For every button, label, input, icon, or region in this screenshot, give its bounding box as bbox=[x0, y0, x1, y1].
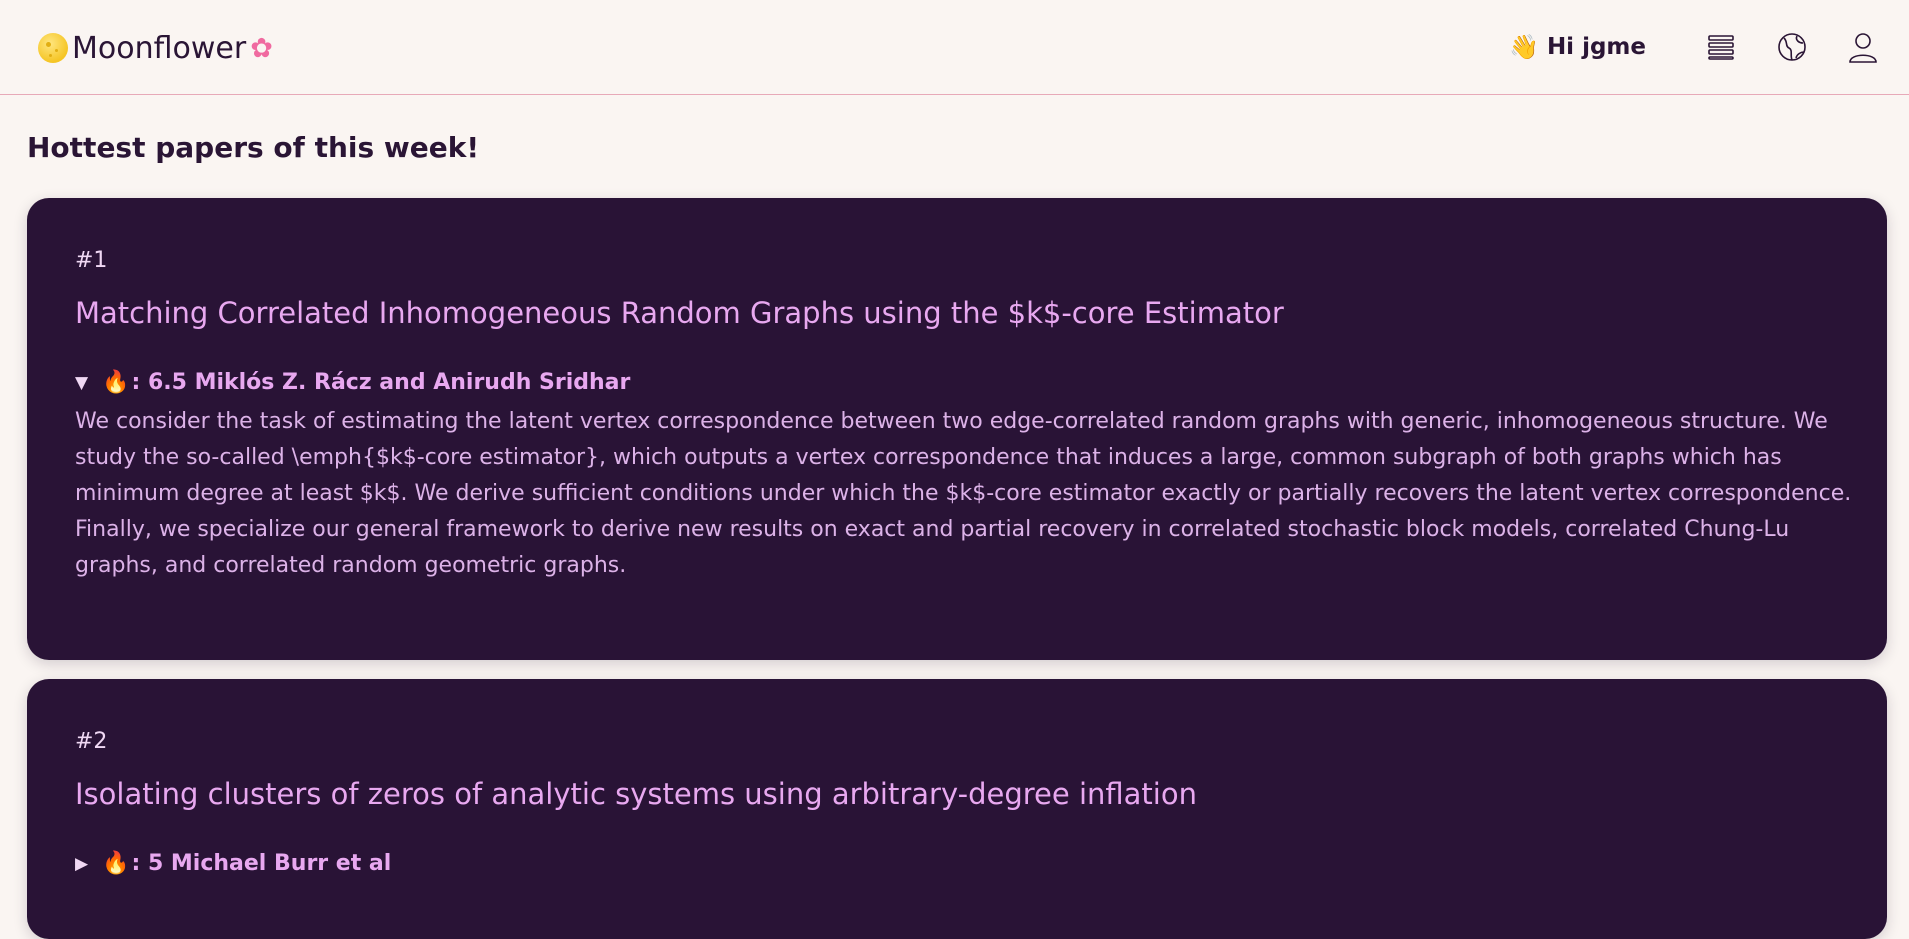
paper-rank: #2 bbox=[75, 729, 108, 754]
brand-name: Moonflower bbox=[72, 30, 247, 66]
paper-details-toggle[interactable]: ▼ 🔥 : 6.5 Miklós Z. Rácz and Anirudh Sri… bbox=[75, 370, 1839, 395]
globe-icon bbox=[1778, 33, 1806, 61]
paper-card: #2 Isolating clusters of zeros of analyt… bbox=[27, 679, 1887, 939]
collapsed-triangle-icon: ▶ bbox=[75, 853, 89, 874]
paper-details-toggle[interactable]: ▶ 🔥 : 5 Michael Burr et al bbox=[75, 851, 1839, 876]
paper-score-authors: : 6.5 Miklós Z. Rácz and Anirudh Sridhar bbox=[131, 370, 631, 395]
language-button[interactable] bbox=[1770, 25, 1814, 69]
top-navbar: Moonflower ✿ 👋 Hi jgme bbox=[0, 0, 1909, 95]
greeting-text: Hi jgme bbox=[1546, 34, 1646, 60]
page-title: Hottest papers of this week! bbox=[27, 131, 480, 164]
waving-hand-icon: 👋 bbox=[1509, 33, 1539, 61]
paper-score-authors: : 5 Michael Burr et al bbox=[131, 851, 392, 876]
user-icon bbox=[1849, 33, 1877, 63]
list-icon bbox=[1708, 35, 1734, 60]
cherry-blossom-icon: ✿ bbox=[250, 32, 273, 64]
fire-icon: 🔥 bbox=[102, 370, 130, 395]
paper-abstract: We consider the task of estimating the l… bbox=[75, 409, 1852, 578]
expanded-triangle-icon: ▼ bbox=[75, 372, 89, 393]
paper-card: #1 Matching Correlated Inhomogeneous Ran… bbox=[27, 198, 1887, 660]
paper-title-link[interactable]: Matching Correlated Inhomogeneous Random… bbox=[75, 296, 1839, 330]
nav-actions: 👋 Hi jgme bbox=[1509, 26, 1885, 68]
fire-icon: 🔥 bbox=[102, 851, 130, 876]
list-button[interactable] bbox=[1699, 25, 1743, 69]
paper-title-link[interactable]: Isolating clusters of zeros of analytic … bbox=[75, 777, 1839, 811]
account-button[interactable] bbox=[1841, 25, 1885, 69]
brand-logo-link[interactable]: Moonflower ✿ bbox=[38, 30, 273, 66]
user-greeting: 👋 Hi jgme bbox=[1509, 33, 1646, 61]
moon-icon bbox=[38, 33, 68, 63]
paper-rank: #1 bbox=[75, 248, 108, 273]
